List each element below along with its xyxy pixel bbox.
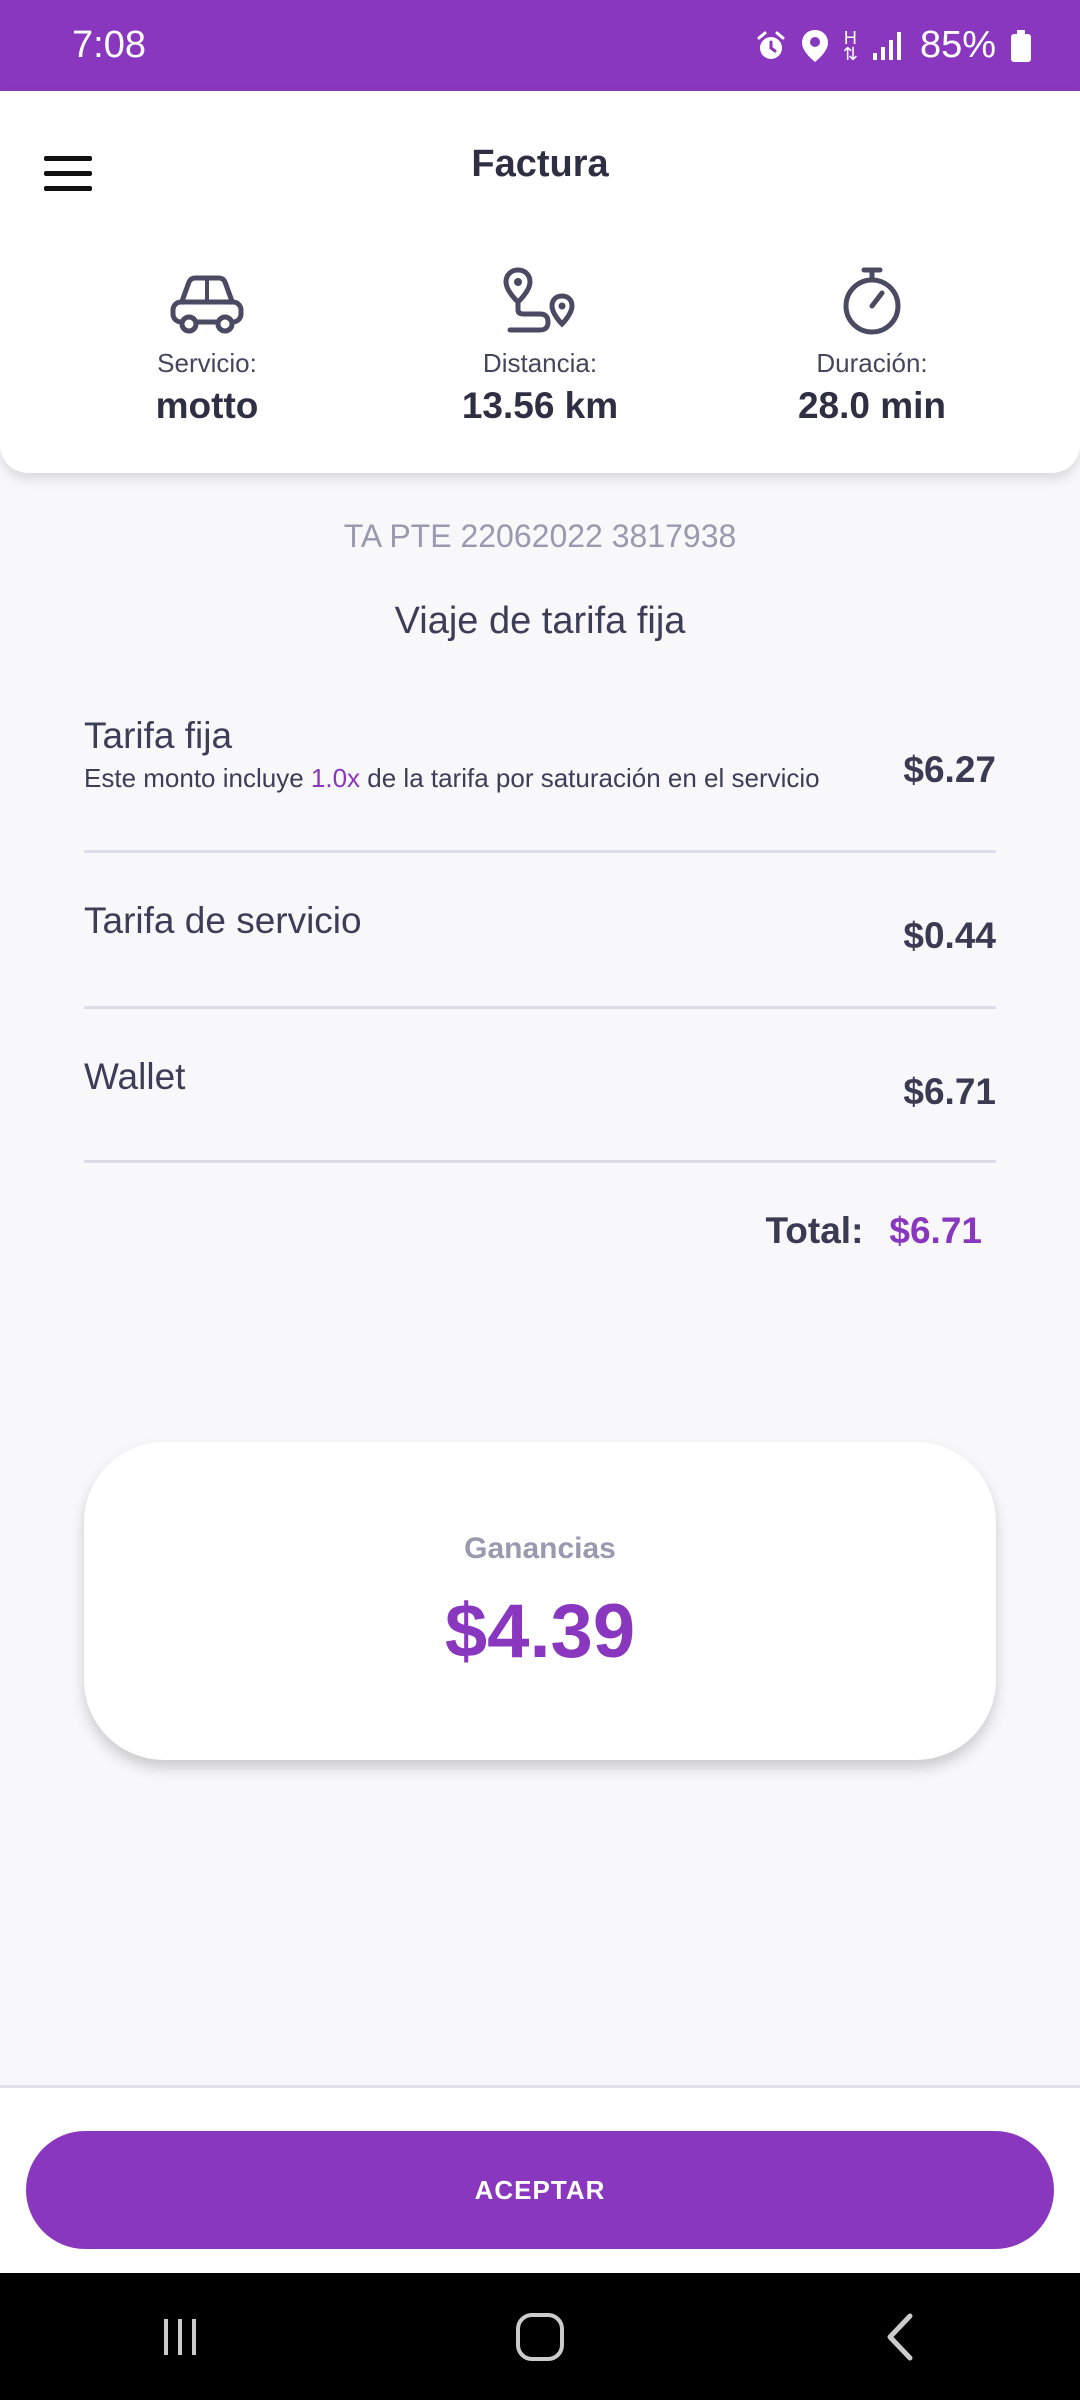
earnings-label: Ganancias <box>464 1532 616 1565</box>
page-title: Factura <box>471 143 609 185</box>
service-label: Servicio: <box>157 348 257 378</box>
line-item-name: Wallet <box>84 1056 186 1097</box>
stat-service: Servicio: motto <box>57 266 357 427</box>
duration-label: Duración: <box>816 348 928 378</box>
total-row: Total: $6.71 <box>765 1210 982 1252</box>
line-item-wallet: Wallet $6.71 <box>84 1009 996 1163</box>
stopwatch-icon <box>722 266 1022 336</box>
route-icon <box>390 266 690 336</box>
distance-label: Distancia: <box>482 348 598 378</box>
stat-duration: Duración: 28.0 min <box>722 266 1022 427</box>
location-icon <box>801 29 829 63</box>
status-bar: 7:08 H ⇅ 85% <box>0 0 1080 91</box>
accept-button[interactable]: ACEPTAR <box>26 2131 1054 2249</box>
battery-icon <box>1010 29 1032 63</box>
alarm-icon <box>755 30 787 62</box>
battery-label: 85% <box>919 24 996 66</box>
trip-type: Viaje de tarifa fija <box>394 600 686 642</box>
trip-summary-card: Factura Servicio: motto Distancia: 13.56… <box>0 91 1080 473</box>
stat-distance: Distancia: 13.56 km <box>390 266 690 427</box>
data-arrows-icon: ⇅ <box>842 43 858 64</box>
car-icon <box>57 266 357 336</box>
status-icons: H ⇅ 85% <box>755 24 1032 67</box>
total-value: $6.71 <box>889 1210 982 1251</box>
surge-note: Este monto incluye 1.0x de la tarifa por… <box>84 763 824 793</box>
duration-value: 28.0 min <box>797 385 947 426</box>
back-button[interactable] <box>840 2297 960 2377</box>
earnings-card: Ganancias $4.39 <box>84 1442 996 1760</box>
recent-apps-icon <box>164 2318 196 2355</box>
line-item-fixed-fare: Tarifa fija Este monto incluye 1.0x de l… <box>84 715 996 853</box>
line-item-service-fee: Tarifa de servicio $0.44 <box>84 853 996 1009</box>
line-item-amount: $6.71 <box>903 1071 996 1112</box>
home-button[interactable] <box>480 2297 600 2377</box>
trip-reference: TA PTE 22062022 3817938 <box>343 518 737 554</box>
system-navigation-bar <box>0 2273 1080 2400</box>
line-item-amount: $0.44 <box>903 915 996 956</box>
signal-icon <box>872 31 906 61</box>
network-type-icon: H ⇅ <box>842 29 858 64</box>
surge-note-suffix: de la tarifa por saturación en el servic… <box>360 763 820 793</box>
surge-note-prefix: Este monto incluye <box>84 763 311 793</box>
line-item-name: Tarifa de servicio <box>84 900 362 941</box>
service-value: motto <box>155 385 259 426</box>
home-icon <box>516 2312 564 2361</box>
distance-value: 13.56 km <box>461 385 619 426</box>
bottom-action-bar: ACEPTAR <box>0 2085 1080 2273</box>
surge-multiplier: 1.0x <box>310 763 361 793</box>
back-arrow-icon <box>887 2313 913 2360</box>
status-time: 7:08 <box>72 24 146 66</box>
line-item-name: Tarifa fija <box>84 715 233 756</box>
line-item-amount: $6.27 <box>903 749 996 790</box>
recent-apps-button[interactable] <box>120 2297 240 2377</box>
earnings-value: $4.39 <box>444 1589 636 1674</box>
total-label: Total: <box>765 1210 864 1251</box>
